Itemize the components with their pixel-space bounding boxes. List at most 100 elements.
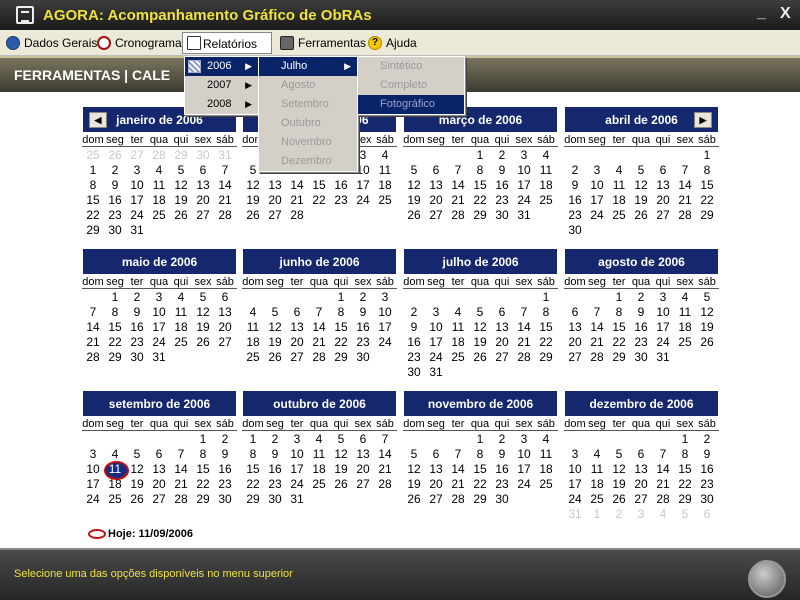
- day-cell[interactable]: 22: [192, 477, 214, 492]
- day-cell[interactable]: 23: [352, 335, 374, 350]
- day-cell[interactable]: 3: [513, 432, 535, 447]
- day-cell[interactable]: 16: [696, 462, 718, 477]
- day-cell[interactable]: 1: [586, 507, 608, 522]
- day-cell[interactable]: 20: [425, 193, 447, 208]
- day-cell[interactable]: 2: [491, 432, 513, 447]
- day-cell[interactable]: 13: [630, 462, 652, 477]
- report-item-completo[interactable]: Completo: [358, 76, 464, 95]
- day-cell[interactable]: 11: [374, 163, 396, 178]
- day-cell[interactable]: 25: [535, 193, 557, 208]
- day-cell[interactable]: 19: [192, 320, 214, 335]
- day-cell[interactable]: 21: [170, 477, 192, 492]
- day-cell[interactable]: 10: [586, 178, 608, 193]
- day-cell[interactable]: 2: [630, 290, 652, 305]
- day-cell[interactable]: 25: [82, 148, 104, 163]
- day-cell[interactable]: 10: [82, 462, 104, 477]
- day-cell[interactable]: 25: [242, 350, 264, 365]
- day-cell[interactable]: 25: [535, 477, 557, 492]
- day-cell[interactable]: 25: [170, 335, 192, 350]
- day-cell[interactable]: 21: [286, 193, 308, 208]
- day-cell[interactable]: 23: [330, 193, 352, 208]
- day-cell[interactable]: 9: [564, 178, 586, 193]
- day-cell[interactable]: 24: [126, 208, 148, 223]
- menu-ferramentas[interactable]: Ferramentas: [278, 33, 366, 53]
- year-item-2006[interactable]: 2006 ▶: [185, 57, 258, 76]
- day-cell[interactable]: 11: [242, 320, 264, 335]
- day-cell[interactable]: 9: [264, 447, 286, 462]
- menu-ajuda[interactable]: ? Ajuda: [366, 33, 417, 53]
- day-cell[interactable]: 18: [242, 335, 264, 350]
- close-button[interactable]: X: [780, 5, 791, 23]
- day-cell[interactable]: 3: [148, 290, 170, 305]
- day-cell[interactable]: 7: [447, 447, 469, 462]
- day-cell[interactable]: 8: [469, 163, 491, 178]
- day-cell[interactable]: 6: [214, 290, 236, 305]
- day-cell[interactable]: 12: [192, 305, 214, 320]
- day-cell[interactable]: 1: [535, 290, 557, 305]
- day-cell[interactable]: 18: [170, 320, 192, 335]
- day-cell[interactable]: 27: [564, 350, 586, 365]
- day-cell[interactable]: 1: [192, 432, 214, 447]
- day-cell[interactable]: 17: [652, 320, 674, 335]
- day-cell[interactable]: 19: [403, 193, 425, 208]
- day-cell[interactable]: 7: [447, 163, 469, 178]
- day-cell[interactable]: 10: [286, 447, 308, 462]
- day-cell[interactable]: 29: [82, 223, 104, 238]
- day-cell[interactable]: 30: [403, 365, 425, 380]
- day-cell[interactable]: 12: [403, 178, 425, 193]
- day-cell[interactable]: 26: [403, 492, 425, 507]
- day-cell[interactable]: 2: [352, 290, 374, 305]
- day-cell[interactable]: 8: [192, 447, 214, 462]
- day-cell[interactable]: 23: [214, 477, 236, 492]
- day-cell[interactable]: 6: [425, 447, 447, 462]
- day-cell[interactable]: 1: [469, 148, 491, 163]
- day-cell[interactable]: 13: [148, 462, 170, 477]
- day-cell[interactable]: 23: [491, 193, 513, 208]
- day-cell[interactable]: 28: [586, 350, 608, 365]
- day-cell[interactable]: 17: [82, 477, 104, 492]
- day-cell[interactable]: 5: [170, 163, 192, 178]
- day-cell[interactable]: 20: [652, 193, 674, 208]
- day-cell[interactable]: 1: [242, 432, 264, 447]
- day-cell[interactable]: 29: [469, 208, 491, 223]
- day-cell[interactable]: 18: [586, 477, 608, 492]
- day-cell[interactable]: 30: [696, 492, 718, 507]
- day-cell[interactable]: 31: [425, 365, 447, 380]
- day-cell[interactable]: 29: [608, 350, 630, 365]
- day-cell[interactable]: 26: [630, 208, 652, 223]
- day-cell[interactable]: 20: [286, 335, 308, 350]
- day-cell[interactable]: 15: [469, 178, 491, 193]
- day-cell[interactable]: 12: [242, 178, 264, 193]
- day-cell[interactable]: 29: [469, 492, 491, 507]
- day-cell[interactable]: 1: [82, 163, 104, 178]
- day-cell[interactable]: 17: [425, 335, 447, 350]
- day-cell[interactable]: 1: [608, 290, 630, 305]
- day-cell[interactable]: 25: [308, 477, 330, 492]
- day-cell[interactable]: 30: [564, 223, 586, 238]
- day-cell[interactable]: 27: [192, 208, 214, 223]
- year-item-2008[interactable]: 2008 ▶: [185, 95, 258, 114]
- day-cell[interactable]: 4: [242, 305, 264, 320]
- day-cell[interactable]: 15: [308, 178, 330, 193]
- day-cell[interactable]: 19: [696, 320, 718, 335]
- day-cell[interactable]: 14: [447, 178, 469, 193]
- day-cell[interactable]: 29: [330, 350, 352, 365]
- day-cell[interactable]: 11: [674, 305, 696, 320]
- day-cell[interactable]: 6: [652, 163, 674, 178]
- day-cell[interactable]: 16: [630, 320, 652, 335]
- day-cell[interactable]: 2: [608, 507, 630, 522]
- day-cell[interactable]: 25: [374, 193, 396, 208]
- day-cell[interactable]: 11: [308, 447, 330, 462]
- day-cell[interactable]: 19: [608, 477, 630, 492]
- day-cell[interactable]: 31: [564, 507, 586, 522]
- day-cell[interactable]: 20: [491, 335, 513, 350]
- day-cell[interactable]: 3: [126, 163, 148, 178]
- day-cell[interactable]: 4: [608, 163, 630, 178]
- day-cell[interactable]: 22: [104, 335, 126, 350]
- day-cell[interactable]: 17: [374, 320, 396, 335]
- day-cell[interactable]: 31: [148, 350, 170, 365]
- day-cell[interactable]: 10: [148, 305, 170, 320]
- month-item-setembro[interactable]: Setembro: [259, 95, 357, 114]
- day-cell[interactable]: 16: [491, 178, 513, 193]
- day-cell[interactable]: 27: [652, 208, 674, 223]
